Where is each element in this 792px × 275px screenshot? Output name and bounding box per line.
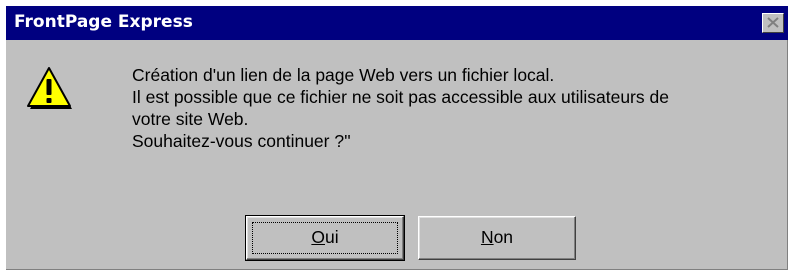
yes-button[interactable]: Oui [245, 215, 405, 261]
message-line: Il est possible que ce fichier ne soit p… [132, 87, 669, 107]
message-line: Souhaitez-vous continuer ?'' [132, 131, 351, 151]
no-button[interactable]: Non [418, 216, 576, 260]
message-line: Création d'un lien de la page Web vers u… [132, 65, 555, 85]
yes-mnemonic: O [311, 227, 325, 247]
no-mnemonic: N [480, 227, 494, 247]
message-text: Création d'un lien de la page Web vers u… [132, 64, 782, 152]
close-icon [767, 17, 779, 28]
title-bar[interactable]: FrontPage Express [6, 6, 788, 40]
yes-button-label: Oui [311, 227, 338, 247]
warning-icon [27, 67, 72, 109]
window-title: FrontPage Express [14, 12, 193, 32]
no-label-rest: on [493, 227, 514, 247]
yes-label-rest: ui [325, 227, 339, 247]
no-button-label: Non [481, 227, 513, 247]
close-button[interactable] [762, 13, 784, 33]
message-line: votre site Web. [132, 109, 249, 129]
dialog-window: FrontPage Express Création d'un lien de … [6, 6, 788, 270]
